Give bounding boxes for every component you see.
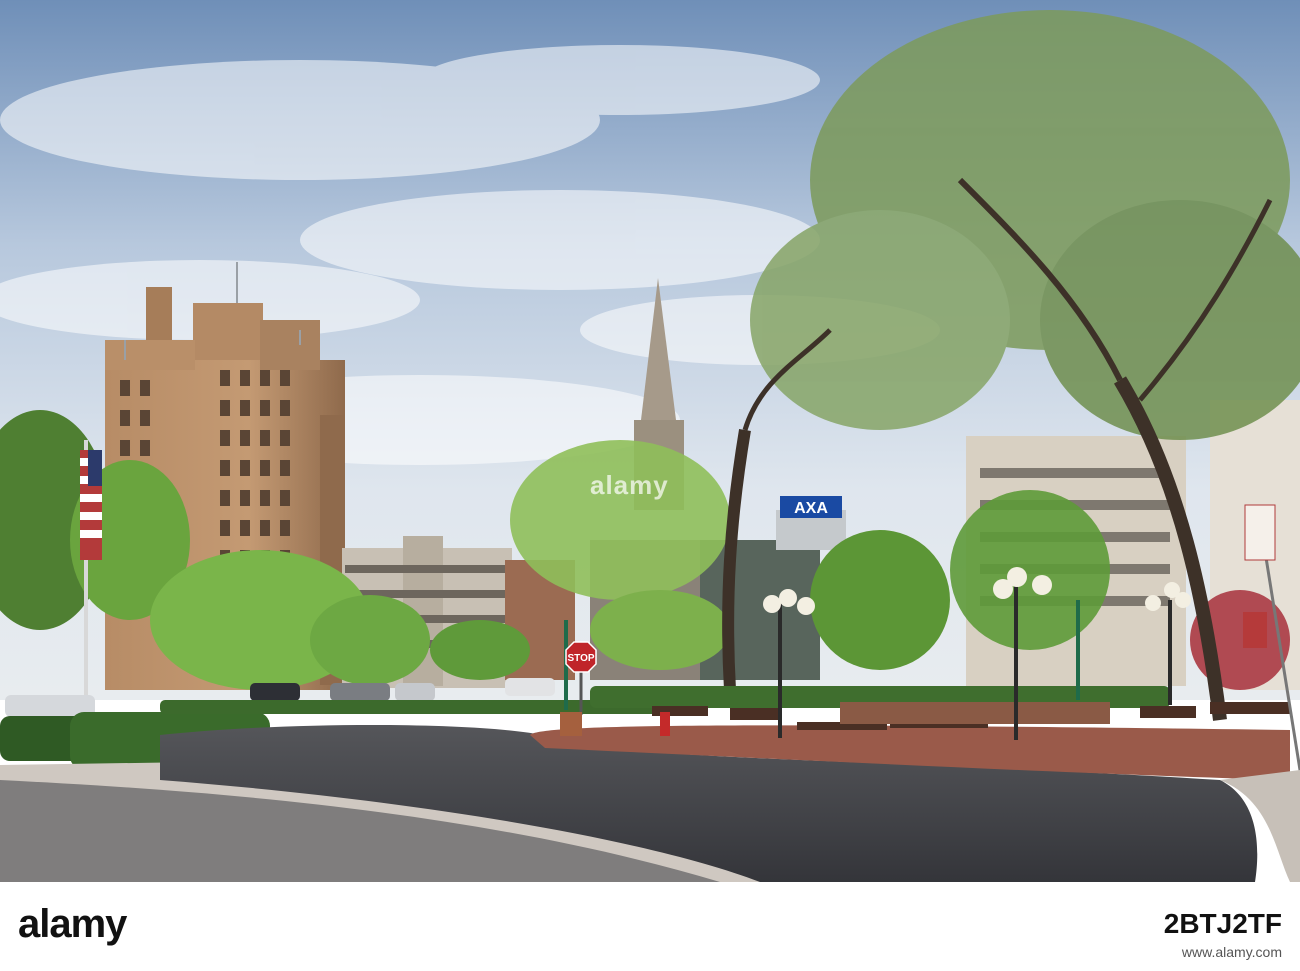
site-url: www.alamy.com xyxy=(1181,944,1282,960)
stop-sign-text: STOP xyxy=(567,653,594,664)
image-id: 2BTJ2TF xyxy=(1163,908,1282,939)
watermark-text: alamy xyxy=(590,470,669,500)
footer-bar: alamy 2BTJ2TF www.alamy.com xyxy=(0,882,1300,971)
axa-building: AXA xyxy=(776,496,846,550)
fire-hydrant xyxy=(660,712,670,736)
alamy-logo: alamy xyxy=(18,902,127,946)
photo-scene: AXA STOP alamy xyxy=(0,0,1300,882)
axa-sign: AXA xyxy=(794,500,828,517)
planter xyxy=(560,712,582,736)
